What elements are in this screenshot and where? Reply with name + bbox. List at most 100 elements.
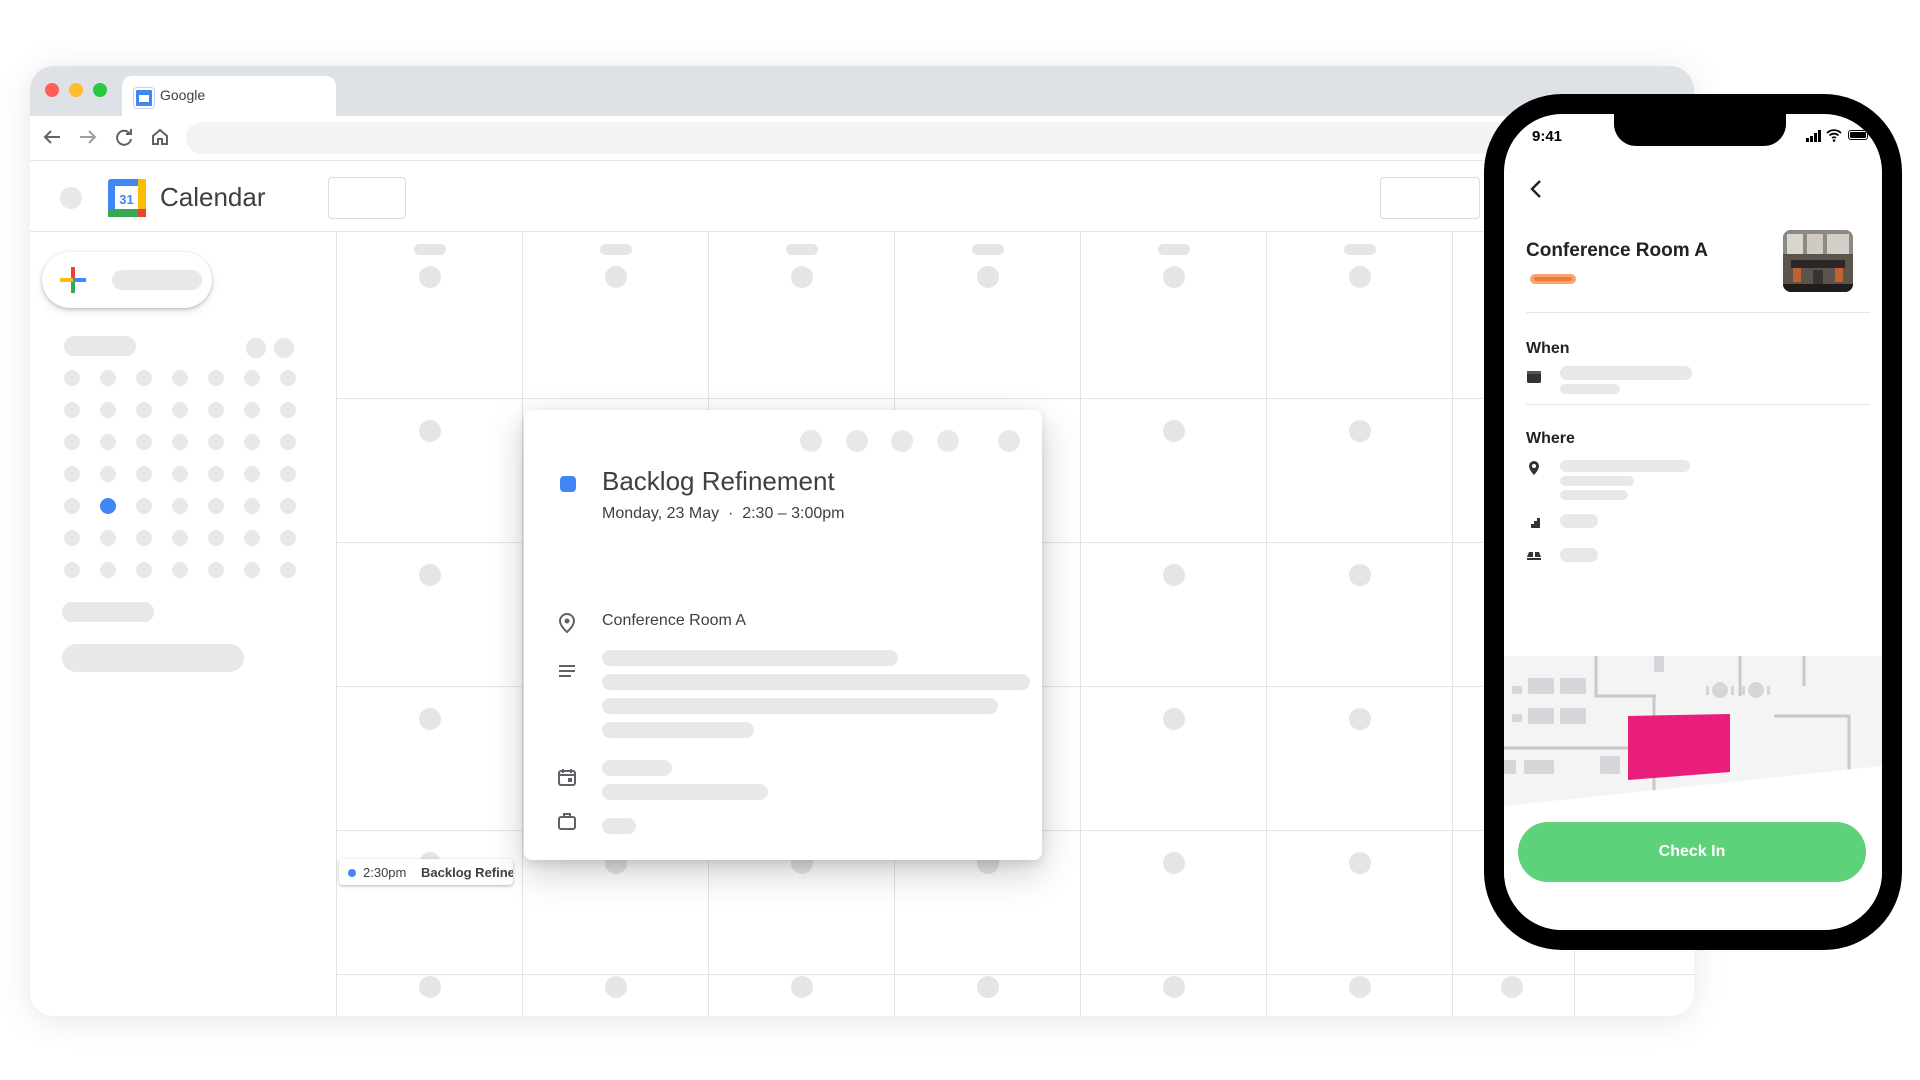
reload-icon[interactable] <box>112 125 136 149</box>
today-button[interactable] <box>328 177 406 219</box>
mini-calendar-day[interactable] <box>172 498 188 514</box>
day-number-placeholder[interactable] <box>419 420 441 442</box>
mini-calendar-day[interactable] <box>172 466 188 482</box>
mini-calendar-day[interactable] <box>136 370 152 386</box>
day-number-placeholder[interactable] <box>791 266 813 288</box>
mini-calendar-day[interactable] <box>64 466 80 482</box>
mini-calendar-day[interactable] <box>244 562 260 578</box>
mini-calendar-day[interactable] <box>208 434 224 450</box>
back-chevron-icon[interactable] <box>1526 178 1548 200</box>
day-number-placeholder[interactable] <box>419 266 441 288</box>
mini-calendar-day[interactable] <box>172 402 188 418</box>
mini-calendar-day[interactable] <box>100 530 116 546</box>
day-number-placeholder[interactable] <box>1163 852 1185 874</box>
day-number-placeholder[interactable] <box>1349 420 1371 442</box>
event-chip-backlog-refinement[interactable]: 2:30pm Backlog Refiner <box>339 859 513 885</box>
day-number-placeholder[interactable] <box>1163 976 1185 998</box>
more-options-button[interactable] <box>937 430 959 452</box>
mini-calendar-day[interactable] <box>172 562 188 578</box>
main-menu-button[interactable] <box>60 187 82 209</box>
mini-calendar-day[interactable] <box>100 402 116 418</box>
mini-calendar-prev-button[interactable] <box>246 338 266 358</box>
mini-calendar-day[interactable] <box>100 466 116 482</box>
mini-calendar-day[interactable] <box>100 434 116 450</box>
day-number-placeholder[interactable] <box>791 976 813 998</box>
mini-calendar-day[interactable] <box>280 530 296 546</box>
day-number-placeholder[interactable] <box>1163 708 1185 730</box>
day-number-placeholder[interactable] <box>977 266 999 288</box>
mini-calendar-day[interactable] <box>244 466 260 482</box>
close-popup-button[interactable] <box>998 430 1020 452</box>
event-date: Monday, 23 May <box>602 505 720 522</box>
mini-calendar-day[interactable] <box>208 370 224 386</box>
forward-arrow-icon[interactable] <box>76 125 100 149</box>
day-number-placeholder[interactable] <box>419 564 441 586</box>
mini-calendar-day[interactable] <box>172 434 188 450</box>
mini-calendar-day[interactable] <box>64 370 80 386</box>
mini-calendar-day[interactable] <box>244 402 260 418</box>
mini-calendar-day[interactable] <box>280 434 296 450</box>
day-number-placeholder[interactable] <box>419 976 441 998</box>
back-arrow-icon[interactable] <box>40 125 64 149</box>
mini-calendar-day[interactable] <box>64 402 80 418</box>
close-window-button[interactable] <box>45 83 59 97</box>
mini-calendar-day[interactable] <box>208 498 224 514</box>
mini-calendar-day[interactable] <box>136 434 152 450</box>
floor-stairs-icon <box>1528 518 1540 528</box>
day-number-placeholder[interactable] <box>977 976 999 998</box>
mini-calendar-day[interactable] <box>244 498 260 514</box>
day-number-placeholder[interactable] <box>1349 976 1371 998</box>
day-number-placeholder[interactable] <box>1163 420 1185 442</box>
day-number-placeholder[interactable] <box>1163 564 1185 586</box>
mini-calendar-day[interactable] <box>136 562 152 578</box>
mini-calendar-day[interactable] <box>136 530 152 546</box>
mini-calendar-day[interactable] <box>64 530 80 546</box>
mini-calendar-day[interactable] <box>64 434 80 450</box>
mini-calendar-day[interactable] <box>100 370 116 386</box>
search-people-placeholder[interactable] <box>62 644 244 672</box>
check-in-button[interactable]: Check In <box>1518 822 1866 882</box>
mini-calendar-day[interactable] <box>208 466 224 482</box>
delete-event-button[interactable] <box>846 430 868 452</box>
mini-calendar-selected-day[interactable] <box>100 498 116 514</box>
mini-calendar-day[interactable] <box>280 562 296 578</box>
mini-calendar-next-button[interactable] <box>274 338 294 358</box>
day-number-placeholder[interactable] <box>605 976 627 998</box>
day-number-placeholder[interactable] <box>1163 266 1185 288</box>
day-number-placeholder[interactable] <box>1349 852 1371 874</box>
mini-calendar-day[interactable] <box>172 370 188 386</box>
create-button[interactable] <box>42 252 212 308</box>
day-number-placeholder[interactable] <box>1349 564 1371 586</box>
home-icon[interactable] <box>148 125 172 149</box>
browser-tab[interactable]: Google <box>122 76 336 116</box>
mini-calendar-day[interactable] <box>208 402 224 418</box>
mini-calendar-day[interactable] <box>136 498 152 514</box>
day-number-placeholder[interactable] <box>1501 976 1523 998</box>
mini-calendar-day[interactable] <box>64 498 80 514</box>
email-guests-button[interactable] <box>891 430 913 452</box>
mini-calendar-day[interactable] <box>208 562 224 578</box>
minimize-window-button[interactable] <box>69 83 83 97</box>
view-selector-button[interactable] <box>1380 177 1480 219</box>
mini-calendar-day[interactable] <box>244 370 260 386</box>
edit-event-button[interactable] <box>800 430 822 452</box>
mini-calendar-day[interactable] <box>280 466 296 482</box>
mini-calendar-day[interactable] <box>244 434 260 450</box>
mini-calendar-day[interactable] <box>280 498 296 514</box>
mini-calendar-day[interactable] <box>208 530 224 546</box>
mini-calendar-day[interactable] <box>136 402 152 418</box>
description-placeholder <box>602 722 754 738</box>
mini-calendar-day[interactable] <box>100 562 116 578</box>
day-number-placeholder[interactable] <box>419 708 441 730</box>
mini-calendar-day[interactable] <box>172 530 188 546</box>
address-bar[interactable] <box>186 122 1686 154</box>
mini-calendar-day[interactable] <box>136 466 152 482</box>
day-number-placeholder[interactable] <box>1349 708 1371 730</box>
mini-calendar-day[interactable] <box>280 402 296 418</box>
mini-calendar-day[interactable] <box>280 370 296 386</box>
maximize-window-button[interactable] <box>93 83 107 97</box>
mini-calendar-day[interactable] <box>244 530 260 546</box>
day-number-placeholder[interactable] <box>1349 266 1371 288</box>
mini-calendar-day[interactable] <box>64 562 80 578</box>
day-number-placeholder[interactable] <box>605 266 627 288</box>
